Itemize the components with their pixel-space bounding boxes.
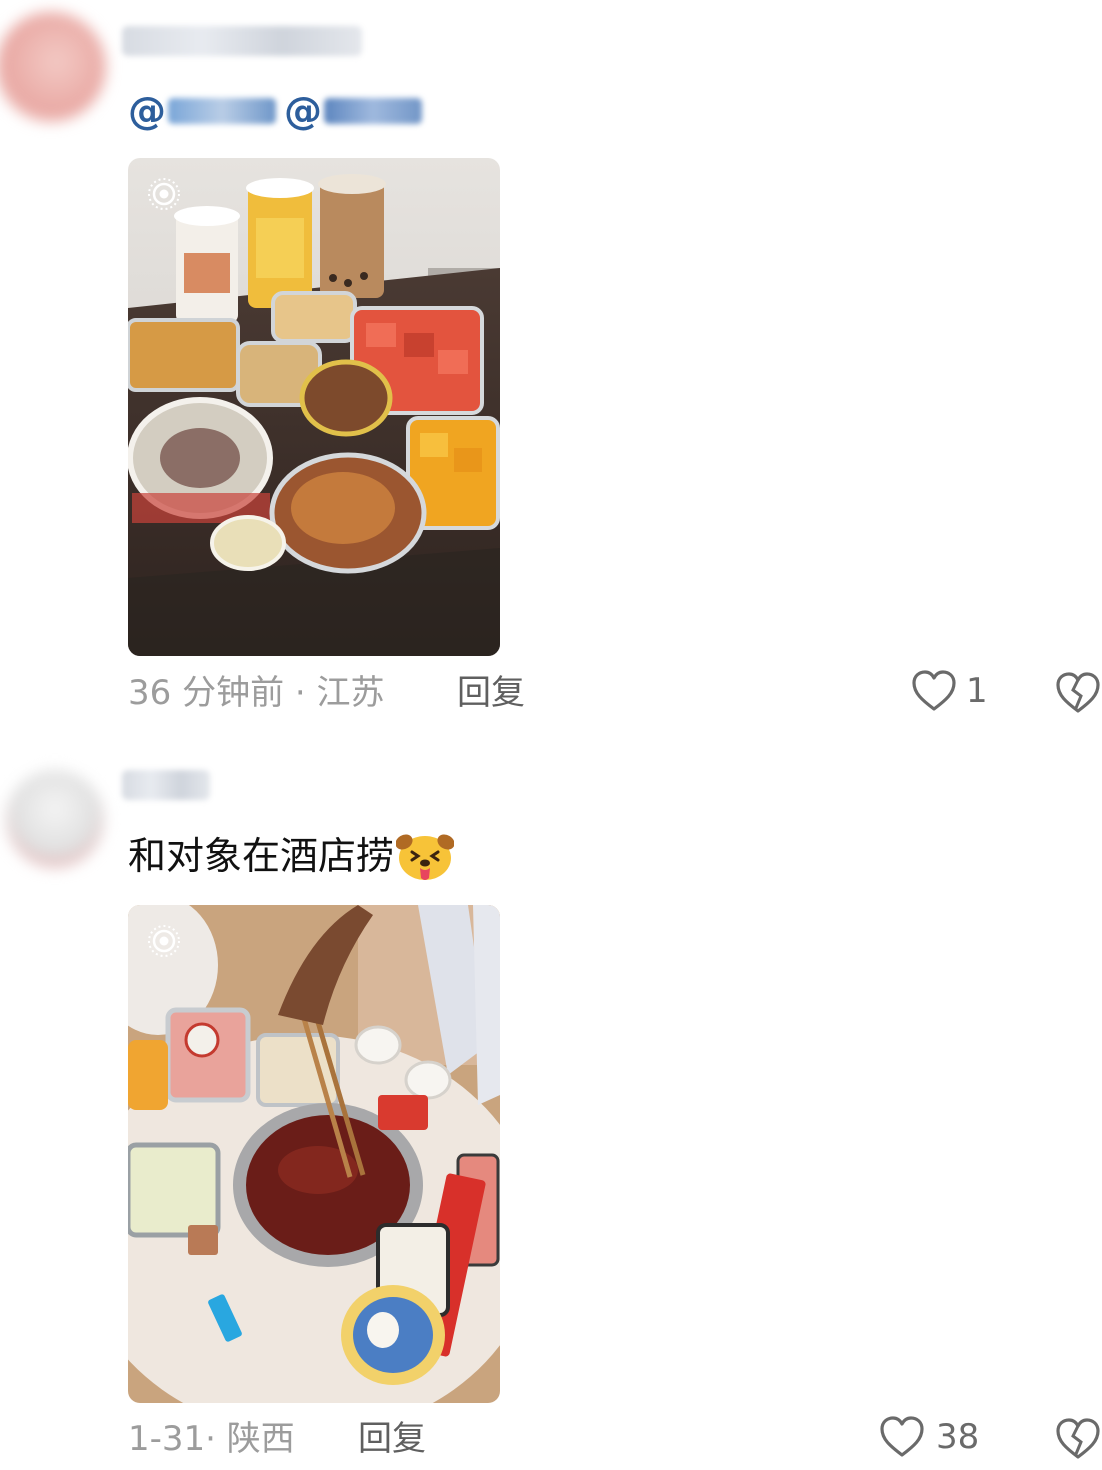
comment-text: 和对象在酒店捞: [128, 830, 455, 882]
mention-name[interactable]: [324, 98, 422, 124]
comment-photo[interactable]: [128, 158, 500, 656]
hotpot-image: [128, 905, 500, 1403]
avatar[interactable]: [0, 12, 106, 122]
reply-button[interactable]: 回复: [457, 670, 525, 716]
heart-outline-icon: [880, 1416, 924, 1457]
comment-item: 和对象在酒店捞 1-31· 陕西 回复 38: [0, 730, 1102, 1470]
avatar[interactable]: [6, 770, 104, 868]
like-button[interactable]: 1: [910, 668, 988, 714]
like-button[interactable]: 38: [878, 1414, 979, 1460]
like-count: 1: [966, 671, 988, 711]
comment-photo[interactable]: [128, 905, 500, 1403]
comment-time-location: 36 分钟前 · 江苏: [128, 673, 385, 713]
live-photo-icon: [148, 925, 180, 957]
comment-item: @ @ 36 分钟前 · 江苏 回复 1: [0, 0, 1102, 730]
comment-text-content: 和对象在酒店捞: [128, 834, 395, 878]
heart-outline-icon: [912, 670, 956, 711]
mention-name[interactable]: [168, 98, 276, 124]
username[interactable]: [122, 26, 362, 56]
broken-heart-icon[interactable]: [1054, 670, 1102, 716]
like-count: 38: [936, 1417, 980, 1457]
mention-at-symbol[interactable]: @: [284, 88, 322, 134]
reply-button[interactable]: 回复: [358, 1416, 426, 1462]
mention-at-symbol[interactable]: @: [128, 88, 166, 134]
comment-time-location: 1-31· 陕西: [128, 1419, 295, 1459]
mention-line: @ @: [128, 88, 430, 134]
dog-face-emoji-icon: [396, 834, 455, 880]
broken-heart-icon[interactable]: [1054, 1416, 1102, 1462]
username[interactable]: [122, 770, 210, 800]
food-table-image: [128, 158, 500, 656]
live-photo-icon: [148, 178, 180, 210]
